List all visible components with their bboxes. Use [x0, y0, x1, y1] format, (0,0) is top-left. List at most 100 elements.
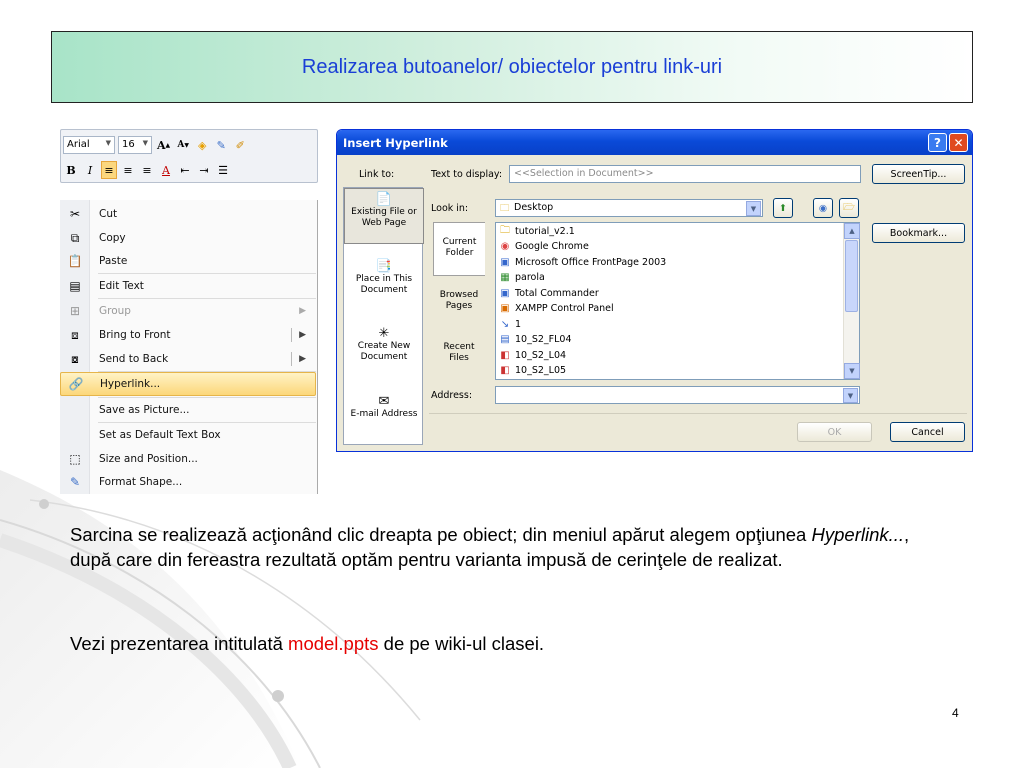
- list-item[interactable]: 🗀 tutorial_v2.1: [499, 224, 575, 239]
- shrink-font-label: A: [177, 140, 185, 150]
- text-to-display-input[interactable]: <<Selection in Document>>: [509, 165, 861, 183]
- file-list-scrollbar[interactable]: ▲ ▼: [843, 223, 860, 379]
- list-item[interactable]: ◉ Google Chrome: [499, 239, 589, 254]
- slide-title: Realizarea butoanelor/ obiectelor pentru…: [301, 55, 723, 78]
- address-input[interactable]: ▼: [495, 386, 860, 404]
- fill-color-icon[interactable]: ◈: [194, 136, 210, 154]
- italic-button[interactable]: I: [82, 161, 98, 179]
- list-item[interactable]: ▣ XAMPP Control Panel: [499, 301, 614, 316]
- link-email-address[interactable]: ✉ E-mail Address: [344, 395, 424, 420]
- size-position-icon: ⬚: [69, 452, 81, 466]
- bring-front-icon: ⧈: [71, 327, 79, 342]
- submenu-arrow-icon: ▶: [299, 330, 306, 340]
- chevron-down-icon: ▼: [843, 388, 858, 403]
- bullets-icon[interactable]: ☰: [215, 161, 231, 179]
- link-existing-file[interactable]: 📄 Existing File or Web Page: [344, 188, 424, 244]
- tab-current-folder[interactable]: Current Folder: [433, 222, 485, 276]
- menu-item-set-default-text-box[interactable]: Set as Default Text Box: [60, 423, 316, 447]
- list-item[interactable]: ▦ parola: [499, 270, 545, 285]
- list-item[interactable]: ▤ 10_S2_FL04: [499, 332, 571, 347]
- menu-label: Group: [99, 305, 131, 317]
- tab-recent-files[interactable]: Recent Files: [433, 342, 485, 372]
- scroll-up-icon[interactable]: ▲: [844, 223, 860, 239]
- cancel-button[interactable]: Cancel: [890, 422, 965, 442]
- menu-item-hyperlink[interactable]: 🔗 Hyperlink...: [60, 372, 316, 396]
- text-to-display-label: Text to display:: [431, 169, 503, 180]
- body-paragraph: Sarcina se realizează acţionând clic dre…: [70, 522, 950, 572]
- menu-label: Copy: [99, 232, 126, 244]
- title-box: Realizarea butoanelor/ obiectelor pentru…: [51, 31, 973, 103]
- increase-indent-icon[interactable]: ⇥: [196, 161, 212, 179]
- menu-label: Size and Position...: [99, 453, 198, 465]
- menu-label: Paste: [99, 255, 128, 267]
- menu-label: Send to Back: [99, 353, 169, 365]
- decrease-indent-icon[interactable]: ⇤: [177, 161, 193, 179]
- link-type-label: Existing File or Web Page: [351, 207, 417, 228]
- grow-font-button[interactable]: A ▲: [155, 136, 172, 154]
- menu-item-copy[interactable]: ⧉ Copy: [60, 226, 316, 250]
- scroll-down-icon[interactable]: ▼: [844, 363, 860, 379]
- dialog-titlebar[interactable]: Insert Hyperlink ? ✕: [337, 130, 972, 155]
- shrink-font-button[interactable]: A ▼: [175, 136, 191, 154]
- up-folder-button[interactable]: ⬆: [773, 198, 793, 218]
- menu-label: Save as Picture...: [99, 404, 190, 416]
- browse-web-button[interactable]: ◉: [813, 198, 833, 218]
- align-left-icon[interactable]: ≡: [101, 161, 117, 179]
- word-doc-icon: ▤: [500, 334, 510, 345]
- list-item[interactable]: ◧ 10_S2_L04: [499, 348, 566, 363]
- browse-file-button[interactable]: 🗁: [839, 198, 859, 218]
- menu-item-edit-text[interactable]: ▤ Edit Text: [60, 274, 316, 298]
- reference-link[interactable]: model.ppts: [288, 633, 379, 654]
- close-button[interactable]: ✕: [949, 133, 968, 152]
- mini-toolbar: Arial ▼ 16 ▼ A ▲ A ▼ ◈ ✎ ✐ B I ≡ ≡ ≡ A ⇤ ⇥…: [60, 129, 318, 183]
- link-place-in-document[interactable]: 📑 Place in This Document: [344, 259, 424, 296]
- help-button[interactable]: ?: [928, 133, 947, 152]
- body-text-part: Sarcina se realizează acţionând clic dre…: [70, 524, 812, 545]
- body-text-italic: Hyperlink...: [811, 524, 905, 545]
- menu-item-bring-to-front[interactable]: ⧈ Bring to Front ▶: [60, 323, 316, 347]
- list-item[interactable]: ◧ 10_S2_L05: [499, 363, 566, 378]
- menu-item-size-position[interactable]: ⬚ Size and Position...: [60, 447, 316, 471]
- new-document-icon: ✳: [378, 326, 390, 341]
- group-icon: ⊞: [69, 304, 81, 318]
- menu-label: Edit Text: [99, 280, 144, 292]
- list-item[interactable]: ↘ 1: [499, 317, 521, 332]
- ok-button[interactable]: OK: [797, 422, 872, 442]
- link-create-new-document[interactable]: ✳ Create New Document: [344, 326, 424, 363]
- context-menu: ✂ Cut ⧉ Copy 📋 Paste ▤ Edit Text ⊞ Group…: [60, 200, 318, 494]
- place-in-document-icon: 📑: [375, 259, 393, 274]
- font-color-icon[interactable]: A: [158, 161, 174, 179]
- screentip-button[interactable]: ScreenTip...: [872, 164, 965, 184]
- menu-item-paste[interactable]: 📋 Paste: [60, 249, 316, 273]
- tab-browsed-pages[interactable]: Browsed Pages: [433, 290, 485, 320]
- scroll-thumb[interactable]: [845, 240, 858, 312]
- align-center-icon[interactable]: ≡: [120, 161, 136, 179]
- menu-item-send-to-back[interactable]: ⧇ Send to Back ▶: [60, 347, 316, 371]
- file-list: 🗀 tutorial_v2.1 ◉ Google Chrome ▣ Microsoft…: [495, 222, 860, 380]
- align-right-icon[interactable]: ≡: [139, 161, 155, 179]
- format-painter-icon[interactable]: ✐: [232, 136, 248, 154]
- look-in-combo[interactable]: 🗀 Desktop ▼: [495, 199, 763, 217]
- file-name: 10_S2_L04: [515, 350, 567, 361]
- list-item[interactable]: ▣ Total Commander: [499, 286, 599, 301]
- link-type-label: E-mail Address: [350, 409, 418, 419]
- line-color-icon[interactable]: ✎: [213, 136, 229, 154]
- menu-item-cut[interactable]: ✂ Cut: [60, 202, 316, 226]
- menu-label: Bring to Front: [99, 329, 171, 341]
- reference-prefix: Vezi prezentarea intitulată: [70, 633, 289, 654]
- link-type-label: Place in This Document: [355, 274, 413, 295]
- presentation-icon: ◧: [500, 350, 510, 361]
- bookmark-button[interactable]: Bookmark...: [872, 223, 965, 243]
- slide: Realizarea butoanelor/ obiectelor pentru…: [0, 0, 1024, 768]
- list-item[interactable]: ▣ Microsoft Office FrontPage 2003: [499, 255, 666, 270]
- file-name: XAMPP Control Panel: [515, 303, 614, 314]
- chevron-down-icon: ▼: [746, 201, 761, 216]
- presentation-icon: ◧: [500, 365, 510, 376]
- file-name: parola: [515, 272, 545, 283]
- send-back-icon: ⧇: [71, 351, 79, 366]
- menu-item-format-shape[interactable]: ✎ Format Shape...: [60, 470, 316, 494]
- menu-item-save-as-picture[interactable]: Save as Picture...: [60, 398, 316, 422]
- bold-button[interactable]: B: [63, 161, 79, 179]
- font-name-combo[interactable]: Arial ▼: [63, 136, 115, 154]
- font-size-combo[interactable]: 16 ▼: [118, 136, 152, 154]
